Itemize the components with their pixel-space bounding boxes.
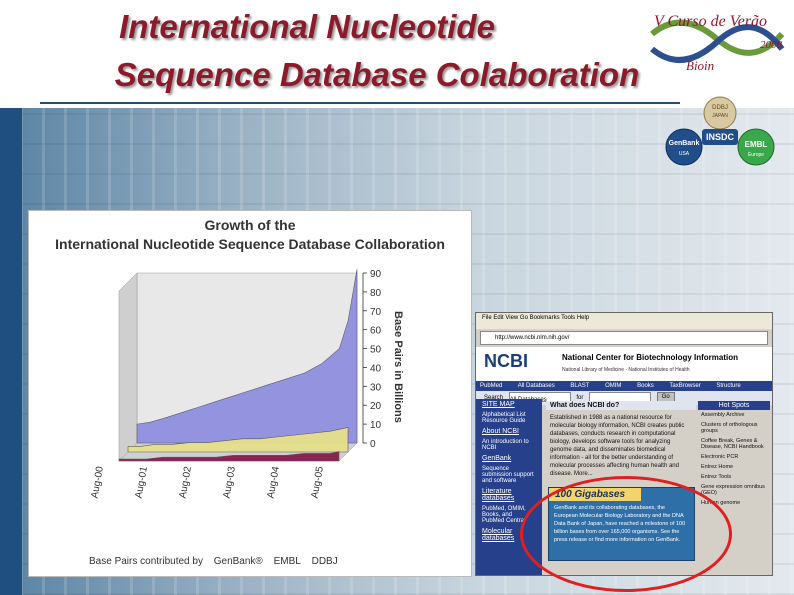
browser-address-bar: http://www.ncbi.nlm.nih.gov/ xyxy=(480,331,768,345)
curso-de-verao-logo: V Curso de Verão 2008 Bioin xyxy=(650,13,785,73)
hot-item: Coffee Break, Genes & Disease, NCBI Hand… xyxy=(701,438,764,450)
genbank-logo-sub: USA xyxy=(679,151,690,157)
insdc-logo: DDBJ JAPAN GenBank USA EMBL Europe INSDC xyxy=(665,96,775,166)
y-tick-label: 70 xyxy=(370,307,382,318)
genbank-logo-text: GenBank xyxy=(669,140,700,147)
curso-text: V Curso de Verão xyxy=(654,13,767,30)
highlight-ellipse xyxy=(520,476,732,592)
embl-logo-text: EMBL xyxy=(745,140,768,149)
ddbj-logo-text: DDBJ xyxy=(712,105,728,111)
chart-legend: Base Pairs contributed by GenBank® EMBL … xyxy=(89,556,346,567)
y-axis-label: Base Pairs in Billions xyxy=(392,311,404,423)
left-accent-bar xyxy=(0,108,22,595)
ncbi-center-subtitle: National Library of Medicine · National … xyxy=(562,367,690,373)
y-tick-label: 40 xyxy=(370,363,382,374)
nav-all-databases: All Databases xyxy=(517,383,555,389)
y-tick-label: 20 xyxy=(370,401,382,412)
x-tick-label: Aug-00 xyxy=(90,465,107,499)
y-tick-label: 90 xyxy=(370,269,382,280)
y-tick-label: 80 xyxy=(370,288,382,299)
x-tick-label: Aug-03 xyxy=(222,465,239,499)
legend-genbank: GenBank® xyxy=(213,556,263,567)
ncbi-logo: NCBI xyxy=(484,351,528,371)
nav-taxbrowser: TaxBrowser xyxy=(669,383,701,389)
x-tick-label: Aug-04 xyxy=(266,465,283,499)
hot-spots-heading: Hot Spots xyxy=(698,401,770,410)
curso-bioin: Bioin xyxy=(686,58,714,73)
sidebar-head-about: About NCBI xyxy=(482,428,519,435)
y-tick-label: 30 xyxy=(370,382,382,393)
legend-prefix: Base Pairs contributed by xyxy=(89,556,203,567)
hot-item: Electronic PCR xyxy=(701,454,739,460)
sidebar-text-genbank: Sequence submission support and software xyxy=(482,466,534,484)
slide-title-line1: International Nucleotide xyxy=(119,8,495,45)
hot-item: Gene expression omnibus (GEO) xyxy=(701,484,765,496)
sidebar-text-sitemap: Alphabetical List Resource Guide xyxy=(482,412,526,424)
growth-area-chart: 0 10 20 30 40 50 60 70 80 90 Base Pairs in Billion… xyxy=(90,269,404,499)
nav-omim: OMIM xyxy=(605,383,622,389)
ncbi-nav-bar: PubMed All Databases BLAST OMIM Books Ta… xyxy=(476,381,772,391)
hot-item: Entrez Tools xyxy=(701,474,732,480)
sidebar-head-literature: Literature databases xyxy=(482,488,515,502)
chart-side-wall xyxy=(118,272,138,462)
sidebar-head-genbank: GenBank xyxy=(482,455,512,462)
y-tick-label: 0 xyxy=(370,439,376,450)
x-tick-label: Aug-05 xyxy=(310,465,327,499)
main-heading: What does NCBI do? xyxy=(546,401,696,410)
hot-item: Assembly Archive xyxy=(701,412,745,418)
ncbi-center-title: National Center for Biotechnology Inform… xyxy=(562,353,739,362)
nav-pubmed: PubMed xyxy=(480,383,503,389)
nav-blast: BLAST xyxy=(570,383,590,389)
legend-ddbj: DDBJ xyxy=(311,556,338,567)
y-tick-label: 10 xyxy=(370,420,382,431)
nav-structure: Structure xyxy=(716,383,741,389)
sidebar-head-sitemap: SITE MAP xyxy=(482,401,515,408)
hot-item: Entrez Home xyxy=(701,464,734,470)
growth-chart-panel: Growth of the International Nucleotide S… xyxy=(28,210,472,577)
browser-menu-bar: File Edit View Go Bookmarks Tools Help xyxy=(476,313,772,329)
insdc-center-text: INSDC xyxy=(706,132,735,142)
x-tick-label: Aug-01 xyxy=(134,465,151,499)
sidebar-text-about: An introduction to NCBI xyxy=(482,439,529,451)
hot-item: Clusters of orthologous groups xyxy=(701,422,758,434)
y-tick-label: 60 xyxy=(370,326,382,337)
y-tick-label: 50 xyxy=(370,345,382,356)
title-underline xyxy=(40,102,680,104)
curso-year: 2008 xyxy=(760,39,783,51)
ncbi-banner: NCBI National Center for Biotechnology I… xyxy=(476,347,772,381)
embl-logo-sub: Europe xyxy=(748,152,764,158)
nav-books: Books xyxy=(637,383,654,389)
main-text: Established in 1988 as a national resour… xyxy=(550,415,685,477)
x-tick-label: Aug-02 xyxy=(178,465,195,499)
legend-embl: EMBL xyxy=(273,556,301,567)
ddbj-logo-sub: JAPAN xyxy=(712,113,728,119)
